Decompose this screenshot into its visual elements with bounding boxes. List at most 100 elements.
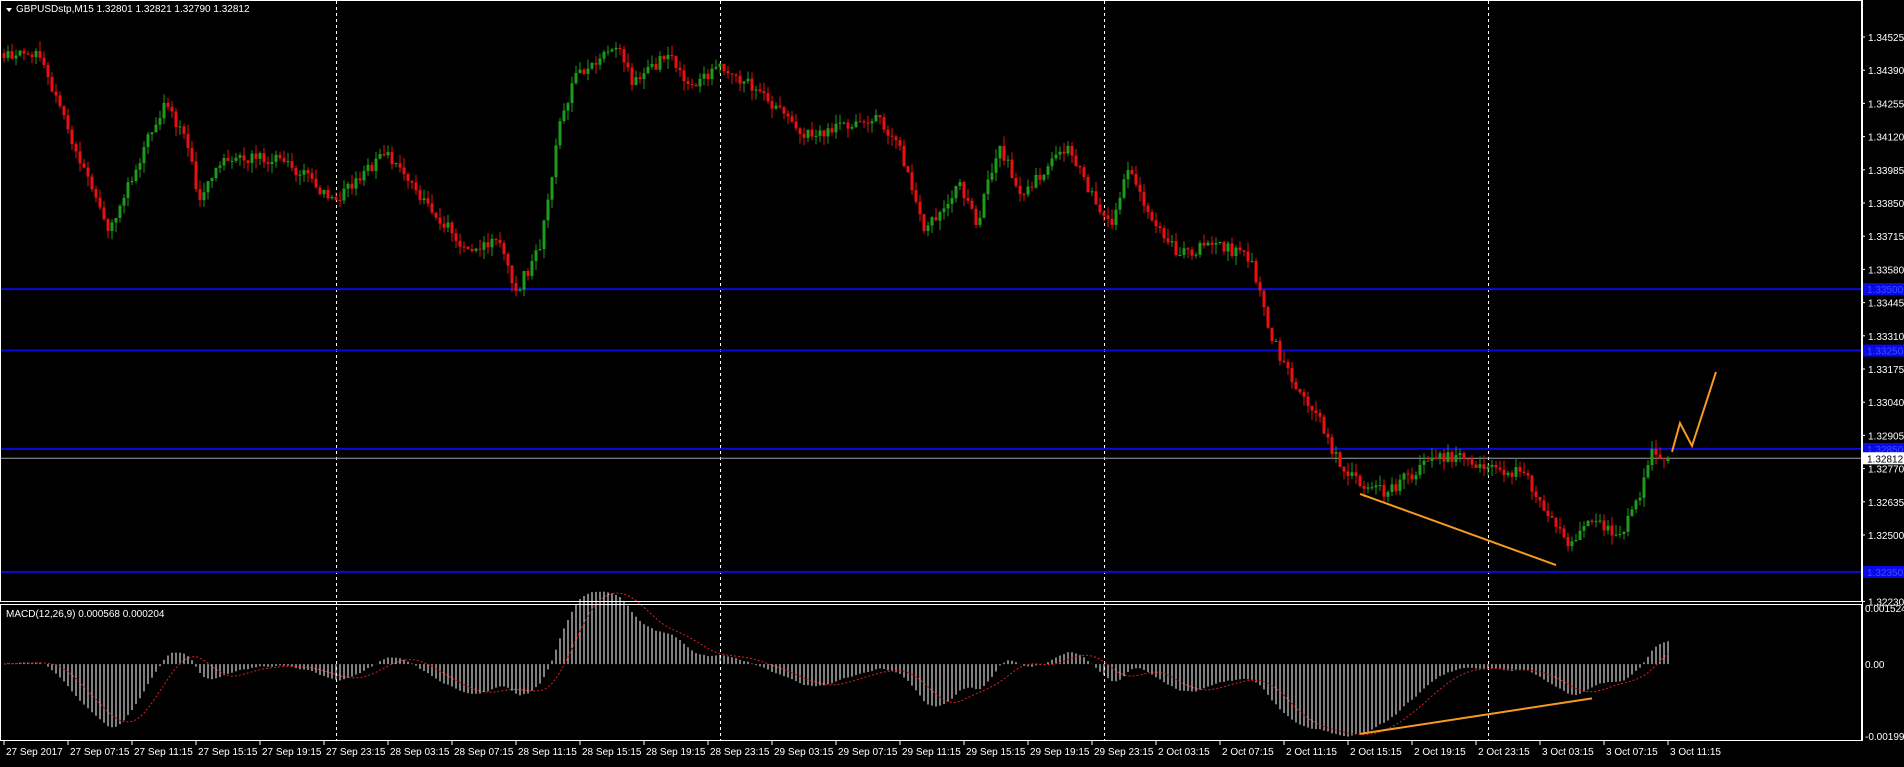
candle-body: [662, 56, 666, 60]
candle-body: [1470, 459, 1474, 465]
candle-body: [1018, 185, 1022, 194]
time-tick-label: 28 Sep 23:15: [710, 747, 770, 758]
candle-body: [782, 107, 786, 114]
time-tick-label: 2 Oct 03:15: [1158, 747, 1210, 758]
candle-body: [198, 189, 202, 201]
candle-body: [1254, 261, 1258, 283]
candle-body: [798, 128, 802, 134]
candle-body: [878, 114, 882, 118]
candle-body: [66, 115, 70, 130]
candle-body: [502, 243, 506, 255]
candle-body: [1166, 238, 1170, 243]
candle-body: [398, 163, 402, 168]
candle-body: [778, 105, 782, 108]
price-tick-label: 1.34390: [1868, 66, 1904, 77]
candle: [558, 117, 562, 150]
candle-body: [1638, 497, 1642, 501]
price-axis-background: [1862, 0, 1904, 762]
time-tick-label: 2 Oct 15:15: [1350, 747, 1402, 758]
candle-body: [1010, 159, 1014, 178]
candle: [1266, 305, 1270, 329]
candle-body: [1370, 487, 1374, 489]
candle-body: [278, 154, 282, 158]
candle-body: [178, 126, 182, 128]
candle-body: [1078, 166, 1082, 168]
time-tick-label: 27 Sep 19:15: [262, 747, 322, 758]
candle-body: [1598, 520, 1602, 522]
candle-body: [418, 190, 422, 201]
candle: [1254, 257, 1258, 285]
candle-body: [1490, 464, 1494, 467]
candle-body: [1474, 464, 1478, 468]
candle-body: [766, 93, 770, 102]
candle-body: [262, 153, 266, 163]
candle-body: [1242, 250, 1246, 252]
candle-body: [1374, 485, 1378, 488]
candle-body: [1506, 472, 1510, 476]
candle-body: [1554, 517, 1558, 527]
candle-body: [1214, 243, 1218, 245]
candle-body: [374, 158, 378, 172]
candle-body: [906, 166, 910, 173]
candle-body: [94, 189, 98, 198]
candle-body: [182, 126, 186, 134]
candle-body: [730, 73, 734, 75]
candle-body: [1622, 531, 1626, 535]
candle-body: [458, 240, 462, 247]
candle-body: [858, 121, 862, 123]
candle-body: [950, 198, 954, 204]
price-tick-label: 1.33445: [1868, 299, 1904, 310]
candle-body: [638, 77, 642, 80]
candle-body: [806, 129, 810, 138]
candle-body: [1486, 466, 1490, 470]
candle-body: [970, 200, 974, 209]
candle-body: [378, 153, 382, 159]
candle-body: [1014, 177, 1018, 186]
candle-body: [770, 101, 774, 109]
candle-body: [1438, 453, 1442, 459]
candle-body: [746, 78, 750, 82]
candle-body: [402, 167, 406, 175]
time-tick-label: 28 Sep 07:15: [454, 747, 514, 758]
candle-body: [1550, 516, 1554, 518]
candle-body: [1202, 242, 1206, 246]
candle-body: [682, 70, 686, 82]
candle-body: [126, 182, 130, 199]
candle-body: [1206, 242, 1210, 246]
price-tick-label: 1.33985: [1868, 166, 1904, 177]
candle-body: [510, 265, 514, 284]
candle-body: [1358, 476, 1362, 487]
candle-body: [1114, 209, 1118, 225]
candle-body: [1294, 382, 1298, 389]
candle-body: [330, 197, 334, 199]
candle-body: [1642, 477, 1646, 498]
candle-body: [846, 122, 850, 129]
candle-body: [1338, 452, 1342, 467]
candle-body: [382, 153, 386, 156]
candle-body: [678, 67, 682, 71]
candle-body: [1246, 251, 1250, 262]
candle-body: [370, 164, 374, 172]
price-tick-label: 1.34120: [1868, 133, 1904, 144]
candle-body: [918, 201, 922, 215]
candle-body: [726, 71, 730, 74]
candle-body: [350, 183, 354, 189]
price-chart[interactable]: 1.34525 1.34390 1.34255 1.34120 1.33985 1.338…: [0, 0, 1904, 762]
candle-body: [1178, 254, 1182, 256]
candle-body: [194, 161, 198, 190]
candle-body: [486, 242, 490, 248]
candle-body: [686, 81, 690, 84]
candle-body: [474, 248, 478, 251]
time-tick-label: 29 Sep 07:15: [838, 747, 898, 758]
candle-body: [814, 135, 818, 137]
candle-body: [1546, 510, 1550, 517]
time-tick-label: 29 Sep 19:15: [1030, 747, 1090, 758]
candle-body: [618, 47, 622, 50]
candle-body: [1230, 243, 1234, 257]
candle-body: [630, 67, 634, 85]
candle-body: [78, 151, 82, 164]
candle-body: [518, 289, 522, 292]
candle-body: [1398, 479, 1402, 492]
candle-body: [1278, 340, 1282, 361]
time-tick-label: 2 Oct 11:15: [1286, 747, 1337, 758]
